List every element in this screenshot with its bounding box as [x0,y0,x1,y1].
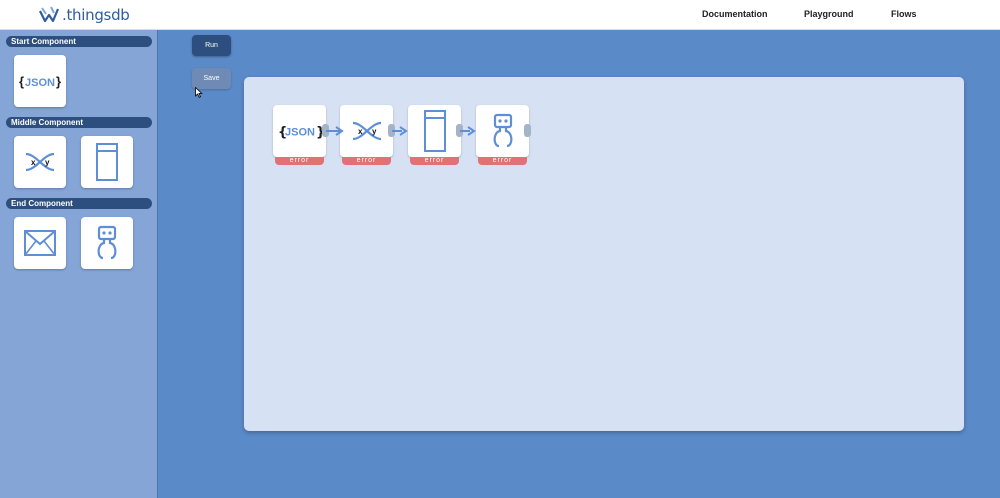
nav-link-documentation[interactable]: Documentation [702,9,768,19]
svg-text:JSON: JSON [285,127,315,139]
flow-node-robot[interactable]: error [476,105,529,166]
logo-text: .thingsdb [62,6,130,24]
flow-canvas[interactable]: { JSON } error x y error [244,77,964,431]
palette-item-mail[interactable] [14,217,66,269]
nav-link-flows[interactable]: Flows [891,9,917,19]
svg-text:x: x [358,127,363,136]
svg-text:{: { [19,74,24,89]
output-port[interactable] [524,124,531,137]
nav-link-playground[interactable]: Playground [804,9,854,19]
connector-arrow-icon [326,126,344,136]
transform-y-label: y [45,158,50,167]
node-card[interactable]: { JSON } [273,105,326,157]
connector-arrow-icon [392,126,408,136]
node-card[interactable] [408,105,461,157]
node-card[interactable]: x y [340,105,393,157]
logo[interactable]: .thingsdb [38,4,130,26]
component-palette: Start Component {JSON} Middle Component … [0,30,158,498]
document-icon [422,109,448,153]
node-card[interactable] [476,105,529,157]
run-button[interactable]: Run [192,35,231,56]
status-badge: error [478,157,527,165]
mouse-cursor-icon [195,87,203,98]
svg-text:y: y [372,127,377,136]
logo-mark-icon [39,6,60,23]
section-header-start: Start Component [6,36,152,47]
palette-item-robot[interactable] [81,217,133,269]
palette-item-document[interactable] [81,136,133,188]
json-icon: { JSON } [277,121,323,141]
robot-icon [94,224,120,262]
palette-item-transform[interactable]: x y [14,136,66,188]
mail-icon [23,229,57,257]
section-header-middle: Middle Component [6,117,152,128]
transform-x-label: x [31,158,36,167]
save-button[interactable]: Save [192,68,231,89]
flow-node-transform[interactable]: x y error [340,105,393,166]
flow-node-document[interactable]: error [408,105,461,166]
xy-transform-icon: x y [22,150,58,174]
json-icon: {JSON} [18,71,62,91]
robot-icon [490,112,516,150]
svg-text:}: } [56,74,61,89]
document-icon [94,142,120,182]
palette-item-json[interactable]: {JSON} [14,55,66,107]
flow-node-json[interactable]: { JSON } error [273,105,326,166]
status-badge: error [275,157,324,165]
section-header-end: End Component [6,198,152,209]
svg-text:JSON: JSON [25,77,55,89]
status-badge: error [342,157,391,165]
status-badge: error [410,157,459,165]
xy-transform-icon: x y [349,119,385,143]
connector-arrow-icon [460,126,476,136]
top-nav: .thingsdb Documentation Playground Flows [0,0,1000,30]
